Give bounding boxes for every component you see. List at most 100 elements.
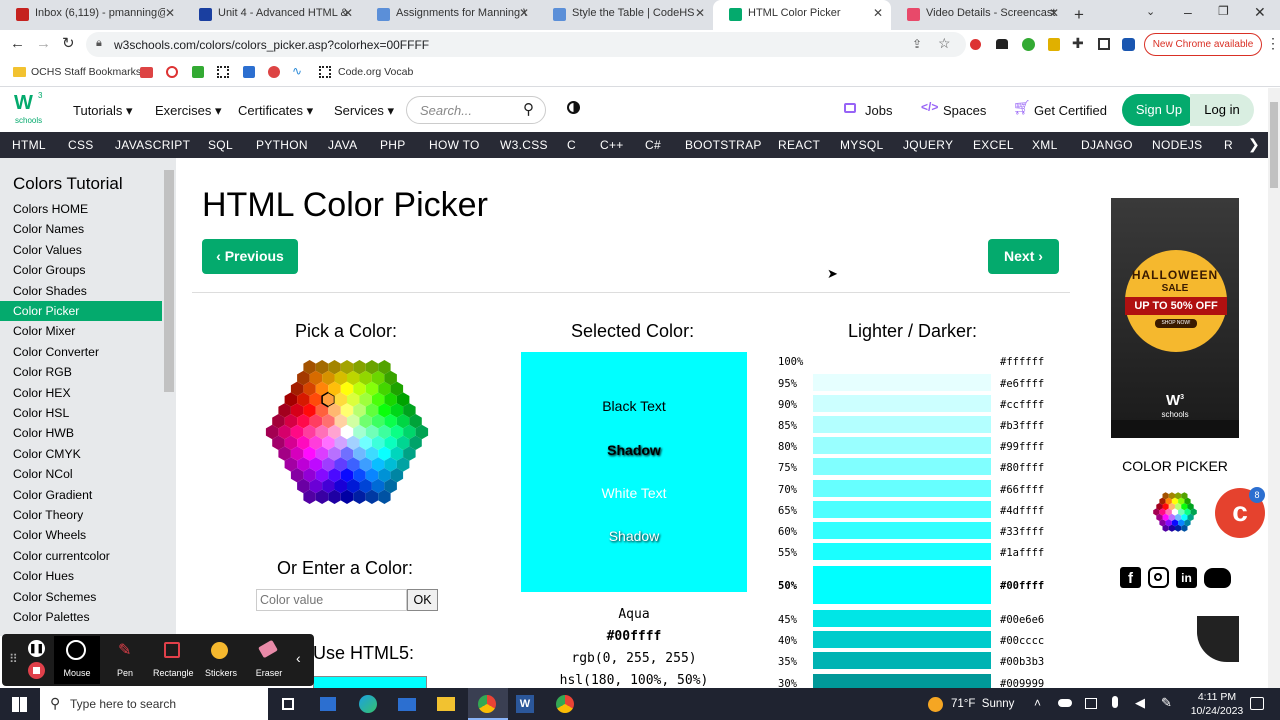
topnav-item[interactable]: MYSQL xyxy=(840,138,884,152)
sidebar-item[interactable]: Color Schemes xyxy=(0,587,162,607)
sidebar-item[interactable]: Color currentcolor xyxy=(0,546,162,566)
shade-swatch[interactable] xyxy=(813,631,991,648)
get-certified-link[interactable]: Get Certified xyxy=(1034,103,1107,118)
dark-mode-icon[interactable] xyxy=(567,101,580,114)
bookmark-star-icon[interactable]: ☆ xyxy=(938,35,951,52)
browser-tab[interactable]: Style the Table | CodeHS ✕ xyxy=(537,0,713,28)
explorer-icon[interactable] xyxy=(437,697,455,711)
pause-button[interactable]: ❚❚ xyxy=(28,640,45,657)
collapse-arrow-icon[interactable]: ‹ xyxy=(296,650,301,666)
discord-icon[interactable] xyxy=(1204,568,1231,588)
bookmark-icon-8[interactable] xyxy=(319,66,331,78)
word-icon[interactable]: W xyxy=(516,695,534,713)
cast-tool-label[interactable]: Pen xyxy=(105,668,145,678)
topnav-item[interactable]: JAVA xyxy=(328,138,357,152)
tab-search-icon[interactable]: ⌄ xyxy=(1146,5,1155,18)
mouse-tool-icon[interactable] xyxy=(66,640,86,660)
chrome2-icon[interactable] xyxy=(556,695,574,713)
pen-tool-icon[interactable]: ✎ xyxy=(118,640,131,660)
task-view-icon[interactable] xyxy=(282,698,294,710)
bookmark-icon-1[interactable] xyxy=(140,67,153,78)
browser-tab[interactable]: Assignments for Manning W ✕ xyxy=(361,0,537,28)
bookmark-icon-3[interactable] xyxy=(192,66,204,78)
w3schools-logo[interactable]: W 3 schools xyxy=(14,91,46,126)
sidebar-item[interactable]: Color Mixer xyxy=(0,321,162,341)
extension-icon-2[interactable] xyxy=(996,39,1008,49)
sidebar-item[interactable]: Color Hues xyxy=(0,566,162,586)
ok-button[interactable]: OK xyxy=(407,589,438,611)
cast-tool-label[interactable]: Stickers xyxy=(201,668,241,678)
extension-icon-4[interactable] xyxy=(1048,38,1060,51)
edge-icon[interactable] xyxy=(359,695,377,713)
sidebar-item[interactable]: Color Theory xyxy=(0,505,162,525)
linkedin-icon[interactable]: in xyxy=(1176,567,1197,588)
bookmark-icon-4[interactable] xyxy=(217,66,229,78)
tab-close-icon[interactable]: ✕ xyxy=(873,6,883,20)
puzzle-icon[interactable]: ✚ xyxy=(1072,35,1084,52)
taskbar-search[interactable]: ⚲ Type here to search xyxy=(40,688,268,720)
rectangle-tool-icon[interactable] xyxy=(164,642,180,658)
extension-icon-5[interactable] xyxy=(1122,38,1135,51)
bookmark-icon-6[interactable] xyxy=(268,66,280,78)
maximize-button[interactable]: ❐ xyxy=(1218,4,1229,18)
microphone-icon[interactable] xyxy=(1112,696,1118,708)
topnav-item[interactable]: W3.CSS xyxy=(500,138,548,152)
sidebar-item[interactable]: Color HSL xyxy=(0,403,162,423)
bookmark-icon-7[interactable]: ∿ xyxy=(292,64,302,78)
sign-up-button[interactable]: Sign Up xyxy=(1122,94,1196,126)
topnav-item[interactable]: CSS xyxy=(68,138,94,152)
browser-tab[interactable]: Video Details - Screencastify ✕ xyxy=(891,0,1067,28)
search-icon[interactable]: ⚲ xyxy=(523,100,534,118)
bookmark-icon-2[interactable] xyxy=(166,66,178,78)
shade-swatch[interactable] xyxy=(813,458,991,475)
topnav-item[interactable]: PHP xyxy=(380,138,406,152)
tab-close-icon[interactable]: ✕ xyxy=(695,6,705,20)
sidebar-item[interactable]: Color Values xyxy=(0,240,162,260)
tab-close-icon[interactable]: ✕ xyxy=(165,6,175,20)
cast-tool-label[interactable]: Mouse xyxy=(57,668,97,678)
browser-tab[interactable]: Unit 4 - Advanced HTML & C ✕ xyxy=(183,0,361,28)
shade-swatch[interactable] xyxy=(813,501,991,518)
color-hexagon-map[interactable] xyxy=(250,348,444,516)
topnav-item[interactable]: DJANGO xyxy=(1081,138,1133,152)
menu-icon[interactable]: ⋮ xyxy=(1266,35,1280,52)
sidebar-item[interactable]: Colors HOME xyxy=(0,199,162,219)
topnav-item[interactable]: JQUERY xyxy=(903,138,953,152)
pen-workspace-icon[interactable]: ✎ xyxy=(1161,695,1172,711)
mail-icon[interactable] xyxy=(398,698,416,711)
clock-date[interactable]: 10/24/2023 xyxy=(1186,705,1248,717)
weather-text[interactable]: 71°F Sunny xyxy=(951,698,1014,710)
shade-swatch[interactable] xyxy=(813,522,991,539)
topnav-item[interactable]: HOW TO xyxy=(429,138,480,152)
shade-swatch[interactable] xyxy=(813,374,991,391)
bookmark-codeorg[interactable]: Code.org Vocab xyxy=(338,66,413,78)
store-icon[interactable] xyxy=(320,697,336,711)
tab-close-icon[interactable]: ✕ xyxy=(343,6,353,20)
sidebar-item[interactable]: Color Palettes xyxy=(0,607,162,627)
shade-swatch[interactable] xyxy=(813,610,991,627)
topnav-item[interactable]: R xyxy=(1224,138,1233,152)
browser-tab[interactable]: Inbox (6,119) - pmanning@ ✕ xyxy=(0,0,183,28)
bookmark-ochs[interactable]: OCHS Staff Bookmarks xyxy=(31,66,141,78)
tab-close-icon[interactable]: ✕ xyxy=(1049,6,1059,20)
cast-tool-label[interactable]: Rectangle xyxy=(153,668,194,678)
close-window-button[interactable]: ✕ xyxy=(1254,4,1266,21)
page-scroll-thumb[interactable] xyxy=(1270,102,1278,188)
shade-swatch[interactable] xyxy=(813,480,991,497)
sidebar-item[interactable]: Color Picker xyxy=(0,301,162,321)
shade-swatch[interactable] xyxy=(813,395,991,412)
topnav-item[interactable]: JAVASCRIPT xyxy=(115,138,190,152)
tab-close-icon[interactable]: ✕ xyxy=(519,6,529,20)
reload-icon[interactable]: ↻ xyxy=(62,34,75,52)
extension-icon-1[interactable] xyxy=(970,39,981,50)
sidebar-item[interactable]: Color Wheels xyxy=(0,525,162,545)
onedrive-icon[interactable] xyxy=(1058,699,1072,707)
topnav-item[interactable]: PYTHON xyxy=(256,138,308,152)
cast-tool-label[interactable]: Eraser xyxy=(249,668,289,678)
mini-color-hexagon[interactable] xyxy=(1143,484,1207,540)
facebook-icon[interactable]: f xyxy=(1120,567,1141,588)
new-tab-button[interactable]: + xyxy=(1074,5,1084,25)
color-value-input[interactable] xyxy=(256,589,407,611)
sidebar-item[interactable]: Color NCol xyxy=(0,464,162,484)
sidebar-item[interactable]: Color HWB xyxy=(0,423,162,443)
